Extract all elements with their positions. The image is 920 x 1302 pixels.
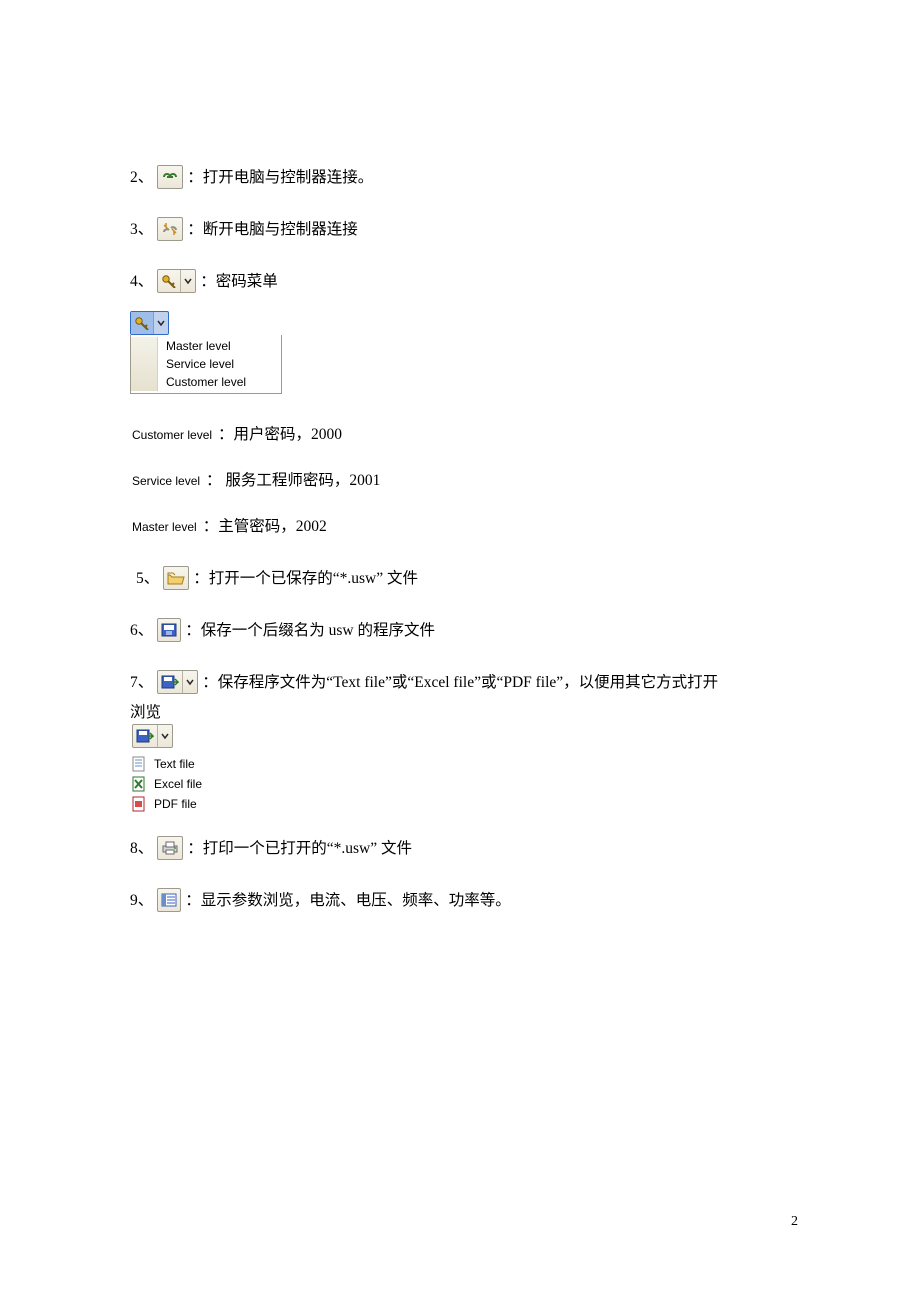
item-4-number: 4、 xyxy=(130,271,153,293)
menu-item-master[interactable]: Master level xyxy=(166,337,273,355)
item-6-text: ：保存一个后缀名为 usw 的程序文件 xyxy=(185,620,435,642)
item-6-number: 6、 xyxy=(130,620,153,642)
open-file-button[interactable] xyxy=(163,566,189,590)
master-level-label: Master level xyxy=(130,520,199,534)
password-menu-button[interactable] xyxy=(157,269,196,293)
link-icon xyxy=(161,170,179,184)
export-excel-file[interactable]: Excel file xyxy=(130,774,790,794)
export-icon xyxy=(136,729,154,743)
export-excel-label: Excel file xyxy=(154,777,202,791)
key-icon xyxy=(134,316,150,330)
item-6: 6、 ：保存一个后缀名为 usw 的程序文件 xyxy=(130,618,790,642)
item-5-text: ：打开一个已保存的“*.usw” 文件 xyxy=(193,568,418,590)
item-7-number: 7、 xyxy=(130,672,153,694)
save-icon xyxy=(161,623,177,637)
item-8-text: ：打印一个已打开的“*.usw” 文件 xyxy=(187,838,412,860)
master-level-text: ：主管密码，2002 xyxy=(203,514,327,536)
chevron-down-icon xyxy=(157,316,165,330)
password-menu-list: Master level Service level Customer leve… xyxy=(130,335,282,394)
item-5: 5、 ：打开一个已保存的“*.usw” 文件 xyxy=(130,566,790,590)
chevron-down-icon xyxy=(186,675,194,689)
connect-button[interactable] xyxy=(157,165,183,189)
item-3-number: 3、 xyxy=(130,219,153,241)
export-text-file[interactable]: Text file xyxy=(130,754,790,774)
export-file-button-2[interactable] xyxy=(132,724,173,748)
item-2: 2、 ：打开电脑与控制器连接。 xyxy=(130,165,790,189)
customer-level-label: Customer level xyxy=(130,428,214,442)
export-text-label: Text file xyxy=(154,757,195,771)
key-icon xyxy=(161,274,177,288)
export-pdf-label: PDF file xyxy=(154,797,197,811)
item-3-text: ：断开电脑与控制器连接 xyxy=(187,219,358,241)
excel-file-icon xyxy=(131,776,147,792)
item-4-text: ：密码菜单 xyxy=(200,271,278,293)
param-view-button[interactable] xyxy=(157,888,181,912)
item-4: 4、 ：密码菜单 xyxy=(130,269,790,293)
item-5-number: 5、 xyxy=(136,568,159,590)
desc-service: Service level ： 服务工程师密码，2001 xyxy=(130,468,790,490)
export-menu-head-standalone xyxy=(130,724,175,748)
list-view-icon xyxy=(161,893,177,907)
export-menu-list: Text file Excel file PDF file xyxy=(130,754,790,814)
save-file-button[interactable] xyxy=(157,618,181,642)
item-2-number: 2、 xyxy=(130,167,153,189)
chevron-down-icon xyxy=(184,274,192,288)
export-pdf-file[interactable]: PDF file xyxy=(130,794,790,814)
item-2-text: ：打开电脑与控制器连接。 xyxy=(187,167,373,189)
item-9: 9、 ：显示参数浏览，电流、电压、频率、功率等。 xyxy=(130,888,790,912)
item-9-number: 9、 xyxy=(130,890,153,912)
item-7-text-b: 浏览 xyxy=(130,700,790,722)
print-icon xyxy=(161,841,179,855)
service-level-label: Service level xyxy=(130,474,202,488)
disconnect-button[interactable] xyxy=(157,217,183,241)
item-9-text: ：显示参数浏览，电流、电压、频率、功率等。 xyxy=(185,890,511,912)
text-file-icon xyxy=(131,756,147,772)
customer-level-text: ：用户密码，2000 xyxy=(218,422,342,444)
page-number: 2 xyxy=(791,1214,798,1230)
item-8: 8、 ：打印一个已打开的“*.usw” 文件 xyxy=(130,836,790,860)
pdf-file-icon xyxy=(131,796,147,812)
menu-gutter xyxy=(131,337,158,391)
desc-customer: Customer level ：用户密码，2000 xyxy=(130,422,790,444)
menu-item-service[interactable]: Service level xyxy=(166,355,273,373)
open-folder-icon xyxy=(167,571,185,585)
print-button[interactable] xyxy=(157,836,183,860)
item-7-text-a: ：保存程序文件为“Text file”或“Excel file”或“PDF fi… xyxy=(202,672,718,694)
item-3: 3、 ：断开电脑与控制器连接 xyxy=(130,217,790,241)
menu-item-customer[interactable]: Customer level xyxy=(166,373,273,391)
desc-master: Master level ：主管密码，2002 xyxy=(130,514,790,536)
export-icon xyxy=(161,675,179,689)
service-level-text: ： 服务工程师密码，2001 xyxy=(206,468,380,490)
password-menu-head[interactable] xyxy=(130,311,169,335)
export-file-button[interactable] xyxy=(157,670,198,694)
password-menu-expanded: Master level Service level Customer leve… xyxy=(130,311,790,396)
item-8-number: 8、 xyxy=(130,838,153,860)
item-7: 7、 ：保存程序文件为“Text file”或“Excel file”或“PDF… xyxy=(130,670,790,694)
chevron-down-icon xyxy=(161,729,169,743)
unlink-icon xyxy=(161,222,179,236)
